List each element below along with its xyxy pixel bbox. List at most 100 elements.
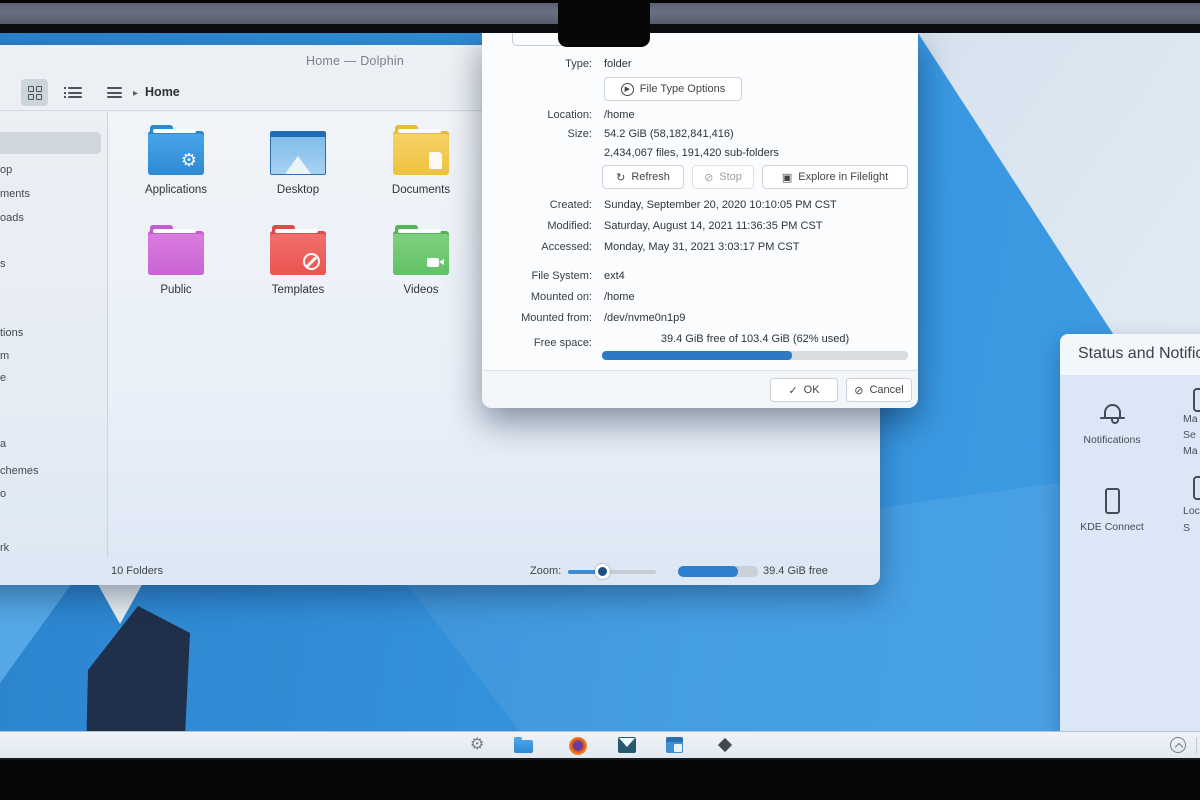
places-item[interactable]: o [0,488,6,500]
folder-templates[interactable]: Templates [238,219,358,315]
taskbar: ⚙ [0,731,1200,758]
folder-label: Desktop [277,184,319,196]
tray-separator [1196,737,1197,753]
location-row: Location: /home [482,109,918,121]
capacity-bar-fill [678,566,738,577]
notifications-item[interactable]: Notifications [1062,434,1162,446]
settings-gear-icon[interactable]: ⚙ [470,734,484,753]
file-type-options-button[interactable]: ▶ File Type Options [604,77,742,101]
folder-documents[interactable]: Documents [361,119,481,215]
places-item[interactable]: chemes [0,465,39,477]
monitor-bottom-bezel [0,758,1200,800]
filelight-icon: ▣ [782,171,792,184]
free-space-bar-fill [602,351,792,360]
folder-label: Applications [145,184,207,196]
accessed-row: Accessed: Monday, May 31, 2021 3:03:17 P… [482,241,918,253]
panel-header: Status and Notifications [1060,334,1200,376]
dialog-footer: ✓ OK ⊘ Cancel [482,370,918,408]
size-row: Size: 54.2 GiB (58,182,841,416) [482,128,918,140]
properties-dialog: Type: folder ▶ File Type Options Locatio… [482,33,918,408]
size-label: Size: [482,128,592,140]
kde-connect-phone-icon[interactable] [1105,488,1120,514]
cut-item-label: Ma [1183,413,1198,425]
filesystem-row: File System: ext4 [482,270,918,282]
ok-button[interactable]: ✓ OK [770,378,838,402]
camera-emblem-icon [427,258,439,267]
places-item[interactable]: tions [0,327,23,339]
folder-label: Documents [392,184,450,196]
panel-title: Status and Notifications [1078,345,1200,363]
created-label: Created: [482,199,592,211]
zoom-slider-handle[interactable] [595,564,610,579]
file-type-options-icon: ▶ [621,83,634,96]
free-space-label: Free space: [482,337,592,349]
folder-public[interactable]: Public [116,219,236,315]
size-detail-value: 2,434,067 files, 191,420 sub-folders [604,147,779,159]
cut-item-label: Loc [1183,505,1200,517]
notifications-bell-icon[interactable] [1104,404,1121,417]
places-item[interactable]: ments [0,188,30,200]
modified-value: Saturday, August 14, 2021 11:36:35 PM CS… [604,220,823,232]
places-panel: op ments oads s tions m e a chemes o rk [0,112,108,557]
cancel-icon: ⊘ [854,384,863,397]
breadcrumb-arrow-icon: ▸ [133,88,138,99]
explore-filelight-button[interactable]: ▣ Explore in Filelight [762,165,908,189]
zoom-label: Zoom: [530,565,561,577]
tray-expander-icon[interactable] [1170,737,1186,753]
status-notifications-panel: Status and Notifications Notifications K… [1060,334,1200,731]
refresh-button[interactable]: ↻ Refresh [602,165,684,189]
desktop-screen: Home — Dolphin ▸ Home op ments oads s tio… [0,33,1200,758]
places-selected-item[interactable] [0,132,101,154]
templates-folder-icon [270,231,326,275]
mounted-from-value: /dev/nvme0n1p9 [604,312,685,324]
inkscape-icon[interactable] [716,736,734,754]
folder-label: Templates [272,284,324,296]
dolphin-taskbar-icon[interactable] [514,740,533,753]
places-item[interactable]: a [0,438,6,450]
firefox-icon[interactable] [569,737,587,755]
cut-item-icon[interactable] [1193,476,1200,500]
mail-icon[interactable] [618,737,636,753]
places-item[interactable]: rk [0,542,9,554]
icons-view-button[interactable] [21,79,48,106]
stop-button[interactable]: ⊘ Stop [692,165,754,189]
type-value: folder [604,58,632,70]
webcam-module [558,0,650,47]
check-icon: ✓ [788,384,797,397]
places-item[interactable]: e [0,372,6,384]
folder-label: Videos [404,284,439,296]
filesystem-label: File System: [482,270,592,282]
size-value: 54.2 GiB (58,182,841,416) [604,128,734,140]
refresh-icon: ↻ [616,171,625,184]
size-row-2: 2,434,067 files, 191,420 sub-folders [482,147,918,159]
mounted-on-value: /home [604,291,635,303]
cut-item-label: Ma [1183,445,1198,457]
zoom-slider-fill [568,570,596,574]
breadcrumb-home[interactable]: Home [145,85,180,99]
slash-emblem-icon [303,253,320,270]
zoom-slider[interactable] [568,570,656,574]
created-value: Sunday, September 20, 2020 10:10:05 PM C… [604,199,837,211]
folder-applications[interactable]: ⚙ Applications [116,119,236,215]
window-title: Home — Dolphin [306,54,404,68]
grid-view-icon [28,86,42,100]
modified-row: Modified: Saturday, August 14, 2021 11:3… [482,220,918,232]
window-app-icon[interactable] [666,737,683,753]
cut-item-label: Se [1183,429,1196,441]
compact-view-button[interactable] [61,79,88,106]
cancel-button[interactable]: ⊘ Cancel [846,378,912,402]
videos-folder-icon [393,231,449,275]
documents-folder-icon [393,131,449,175]
kde-connect-item[interactable]: KDE Connect [1062,521,1162,533]
breadcrumb[interactable]: ▸ Home [133,85,180,99]
places-item[interactable]: m [0,350,9,362]
details-view-icon [107,85,122,101]
places-item[interactable]: s [0,258,6,270]
folder-videos[interactable]: Videos [361,219,481,315]
cut-item-icon[interactable] [1193,388,1200,412]
folder-desktop[interactable]: Desktop [238,119,358,215]
desktop-folder-icon [270,131,326,175]
places-item[interactable]: op [0,164,12,176]
details-view-button[interactable] [101,79,128,106]
places-item[interactable]: oads [0,212,24,224]
